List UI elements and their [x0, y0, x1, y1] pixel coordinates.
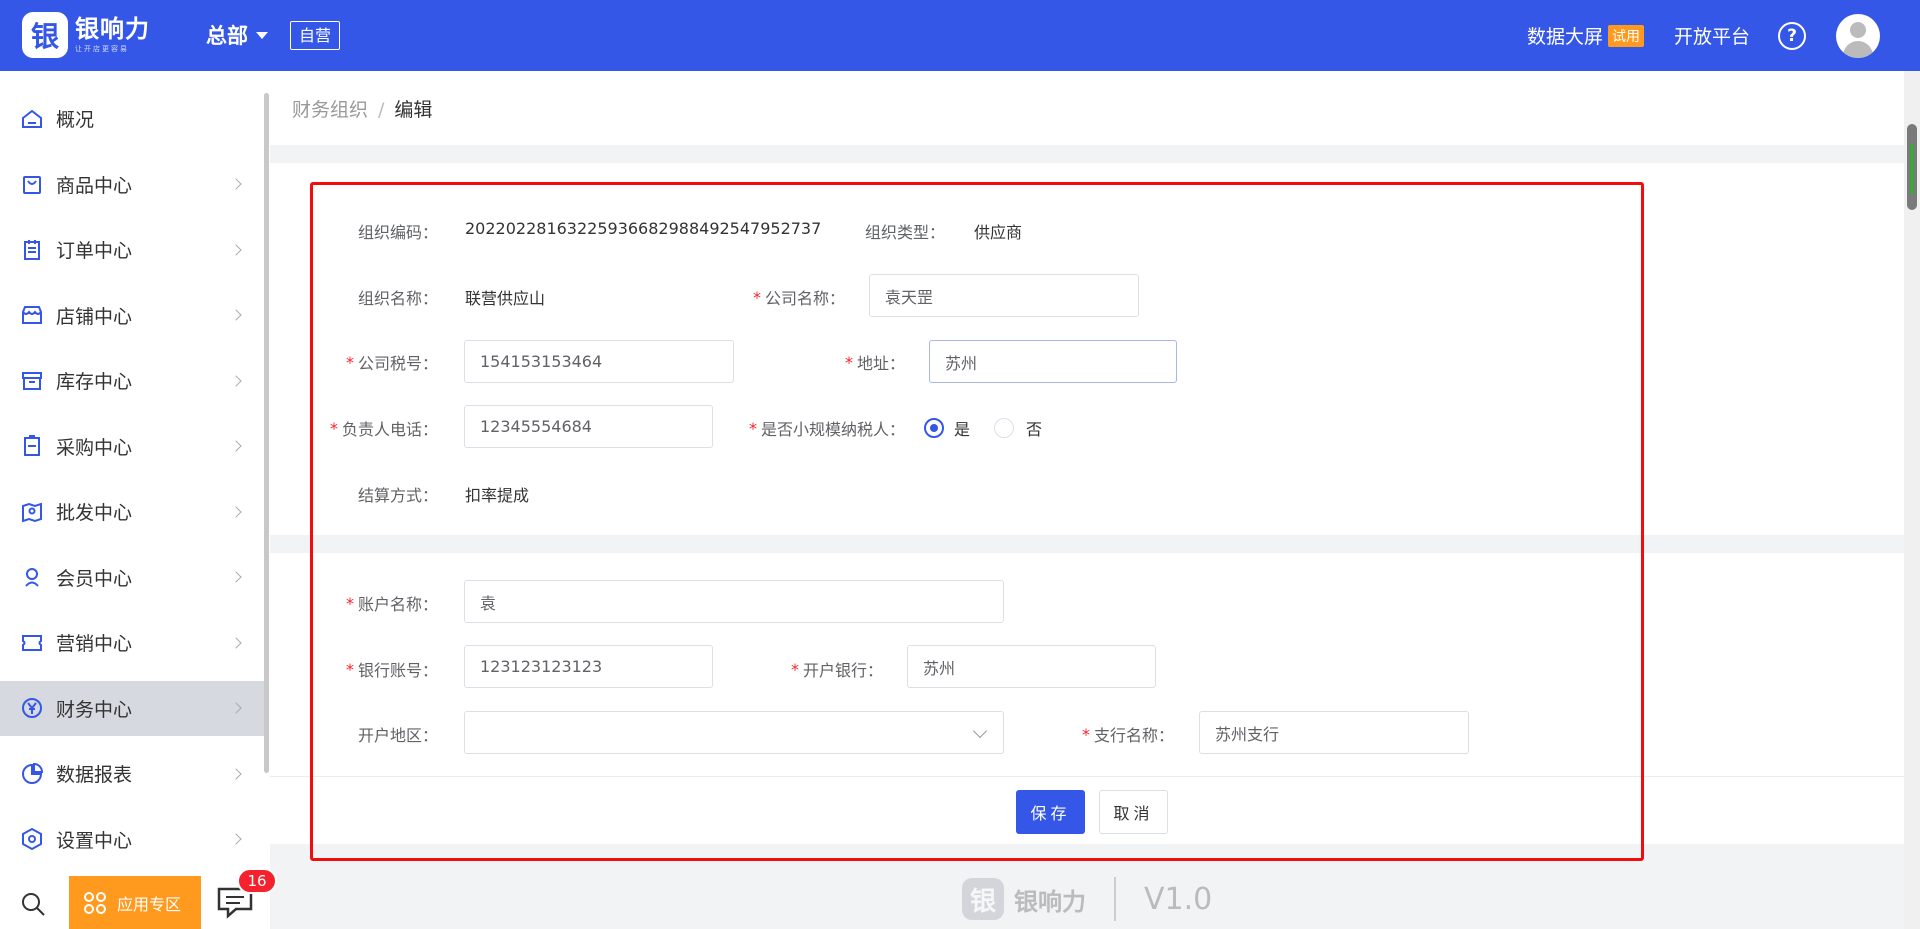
avatar[interactable] — [1836, 13, 1880, 58]
ticket-icon — [22, 634, 42, 651]
highlight-frame — [310, 182, 1644, 861]
sidebar-scrollbar[interactable] — [264, 93, 269, 773]
bag-icon — [23, 176, 41, 194]
apps-icon — [84, 891, 106, 914]
chevron-right-icon — [230, 702, 242, 714]
chevron-right-icon — [230, 178, 242, 190]
sidebar-item-label: 会员中心 — [56, 567, 133, 590]
chevron-right-icon — [230, 440, 242, 452]
chevron-right-icon — [230, 505, 242, 518]
apps-zone-label: 应用专区 — [117, 894, 182, 914]
footer-divider — [1114, 877, 1116, 921]
breadcrumb: 财务组织 / 编辑 — [292, 95, 432, 122]
search-icon[interactable] — [20, 891, 46, 917]
chevron-right-icon — [230, 571, 242, 583]
top-bar: 银 银响力 让开店更容易 总部 自营 数据大屏 试用 开放平台 ? — [0, 0, 1920, 71]
breadcrumb-bar: 财务组织 / 编辑 — [270, 71, 1904, 145]
chevron-right-icon — [230, 374, 242, 387]
org-name: 总部 — [206, 24, 248, 48]
open-platform-link[interactable]: 开放平台 — [1674, 22, 1750, 49]
trial-badge: 试用 — [1607, 24, 1644, 47]
yuan-icon — [22, 698, 42, 718]
sidebar-item-label: 数据报表 — [56, 764, 133, 786]
chevron-right-icon — [230, 767, 242, 780]
footer-version: V1.0 — [1144, 881, 1213, 917]
chevron-right-icon — [230, 243, 242, 256]
sidebar-item-label: 订单中心 — [56, 240, 133, 262]
purchase-icon — [24, 435, 40, 456]
sidebar-item-label: 库存中心 — [56, 371, 133, 393]
clipboard-icon — [24, 239, 40, 260]
caret-down-icon — [256, 31, 268, 39]
archive-icon — [22, 371, 42, 390]
sidebar-item[interactable]: 采购中心 — [0, 419, 264, 474]
sidebar-item-label: 店铺中心 — [56, 305, 133, 328]
logo-slogan: 让开店更容易 — [75, 45, 129, 53]
sidebar-item[interactable]: 订单中心 — [0, 222, 264, 277]
sidebar-item-label: 商品中心 — [56, 174, 133, 197]
sidebar-item-label: 营销中心 — [56, 633, 133, 655]
map-pin-icon — [22, 502, 42, 522]
chevron-right-icon — [230, 309, 242, 321]
sidebar-item[interactable]: 会员中心 — [0, 550, 264, 605]
sidebar-item[interactable]: 营销中心 — [0, 615, 264, 670]
sidebar-item[interactable]: 批发中心 — [0, 484, 264, 539]
sidebar-item[interactable]: 数据报表 — [0, 746, 264, 801]
sidebar-item-label: 概况 — [56, 109, 95, 131]
message-count-badge: 16 — [237, 868, 277, 894]
data-dashboard-link[interactable]: 数据大屏 — [1527, 22, 1603, 49]
page-scrollbar-thumb[interactable] — [1907, 124, 1917, 210]
self-operated-tag: 自营 — [290, 21, 341, 50]
pie-icon — [22, 762, 44, 784]
member-icon — [25, 568, 39, 587]
store-icon — [22, 306, 42, 324]
sidebar-item-label: 财务中心 — [56, 698, 133, 721]
breadcrumb-separator: / — [378, 99, 385, 121]
footer-logo: 银 银响力 V1.0 — [962, 877, 1212, 921]
sidebar-item[interactable]: 财务中心 — [0, 680, 264, 736]
sidebar-item-label: 批发中心 — [56, 502, 133, 524]
org-switcher[interactable]: 总部 — [206, 20, 268, 50]
logo-mark: 银 — [22, 12, 68, 58]
breadcrumb-parent[interactable]: 财务组织 — [292, 99, 368, 121]
logo-name: 银响力 — [75, 15, 150, 43]
sidebar-item[interactable]: 店铺中心 — [0, 288, 264, 343]
sidebar-item[interactable]: 商品中心 — [0, 157, 264, 212]
footer-logo-mark: 银 — [962, 878, 1004, 920]
logo[interactable]: 银 银响力 让开店更容易 — [22, 12, 150, 58]
home-icon — [22, 109, 42, 128]
apps-zone-button[interactable]: 应用专区 — [69, 876, 201, 929]
breadcrumb-current: 编辑 — [394, 99, 433, 121]
chevron-right-icon — [230, 636, 242, 649]
sidebar-item[interactable]: 库存中心 — [0, 353, 264, 408]
footer-logo-name: 银响力 — [1014, 887, 1086, 916]
sidebar-item[interactable]: 概况 — [0, 91, 264, 146]
help-icon[interactable]: ? — [1778, 21, 1806, 50]
sidebar-item-label: 采购中心 — [56, 436, 133, 459]
